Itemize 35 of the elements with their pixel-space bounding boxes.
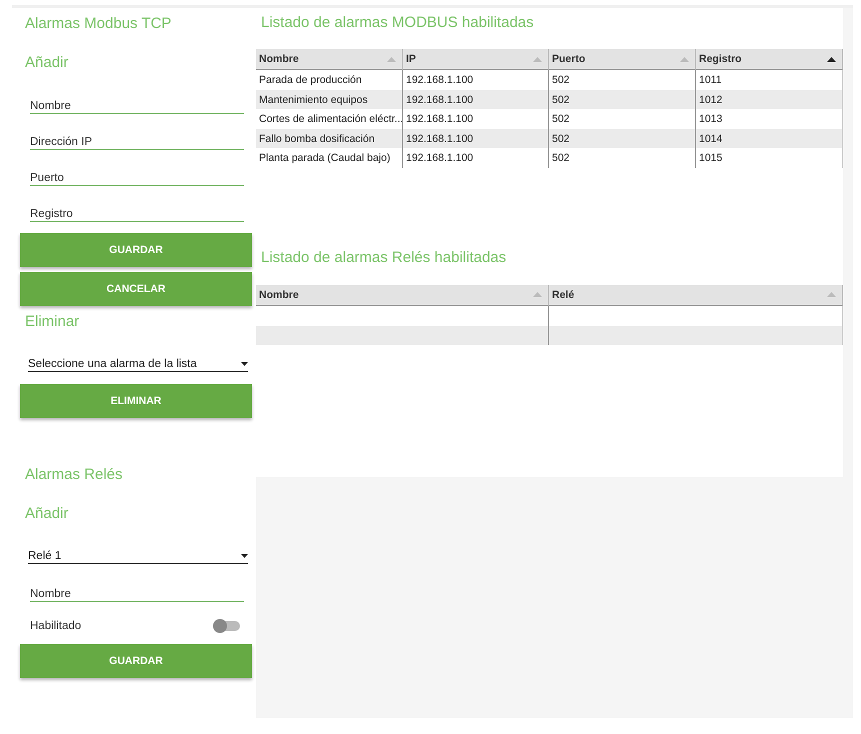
section-heading: Añadir [25, 504, 70, 524]
table-cell: 192.168.1.100 [403, 90, 549, 110]
dropdown-caret-icon [241, 554, 248, 558]
toggle-label: Habilitado [30, 620, 82, 632]
input-field[interactable]: Dirección IP [30, 134, 244, 150]
input-field[interactable]: Registro [30, 206, 244, 222]
relay-select[interactable]: Relé 1 [28, 548, 248, 564]
section-heading: Eliminar [25, 312, 80, 332]
table-cell: 502 [549, 148, 696, 168]
dropdown-caret-icon [241, 362, 248, 366]
input-field[interactable]: Nombre [30, 98, 244, 114]
input-field[interactable]: Puerto [30, 170, 244, 186]
column-header[interactable]: Nombre [256, 284, 549, 306]
input-field[interactable]: Nombre [30, 586, 244, 602]
section-heading: Añadir [25, 53, 70, 73]
column-header[interactable]: IP [403, 49, 549, 70]
table-cell: 502 [549, 90, 696, 110]
table-cell: 1012 [696, 90, 843, 110]
table-cell: 1014 [696, 128, 843, 148]
table-cell: 502 [549, 70, 696, 90]
table-cell: 502 [549, 128, 696, 148]
column-header[interactable]: Relé [549, 284, 843, 306]
section-title: Alarmas Modbus TCP [25, 14, 172, 34]
toggle-switch[interactable] [214, 621, 240, 631]
table-title: Listado de alarmas MODBUS habilitadas [261, 13, 535, 33]
column-header[interactable]: Registro [696, 49, 843, 70]
table-cell: Mantenimiento equipos [256, 90, 403, 110]
table-cell: 192.168.1.100 [403, 128, 549, 148]
table-cell: Fallo bomba dosificación [256, 128, 403, 148]
table-cell: 502 [549, 109, 696, 129]
column-header[interactable]: Nombre [256, 49, 403, 70]
alarm-select[interactable]: Seleccione una alarma de la lista [28, 356, 248, 372]
section-title: Alarmas Relés [25, 465, 124, 485]
table-title: Listado de alarmas Relés habilitadas [261, 248, 508, 268]
column-header[interactable]: Puerto [549, 49, 696, 70]
